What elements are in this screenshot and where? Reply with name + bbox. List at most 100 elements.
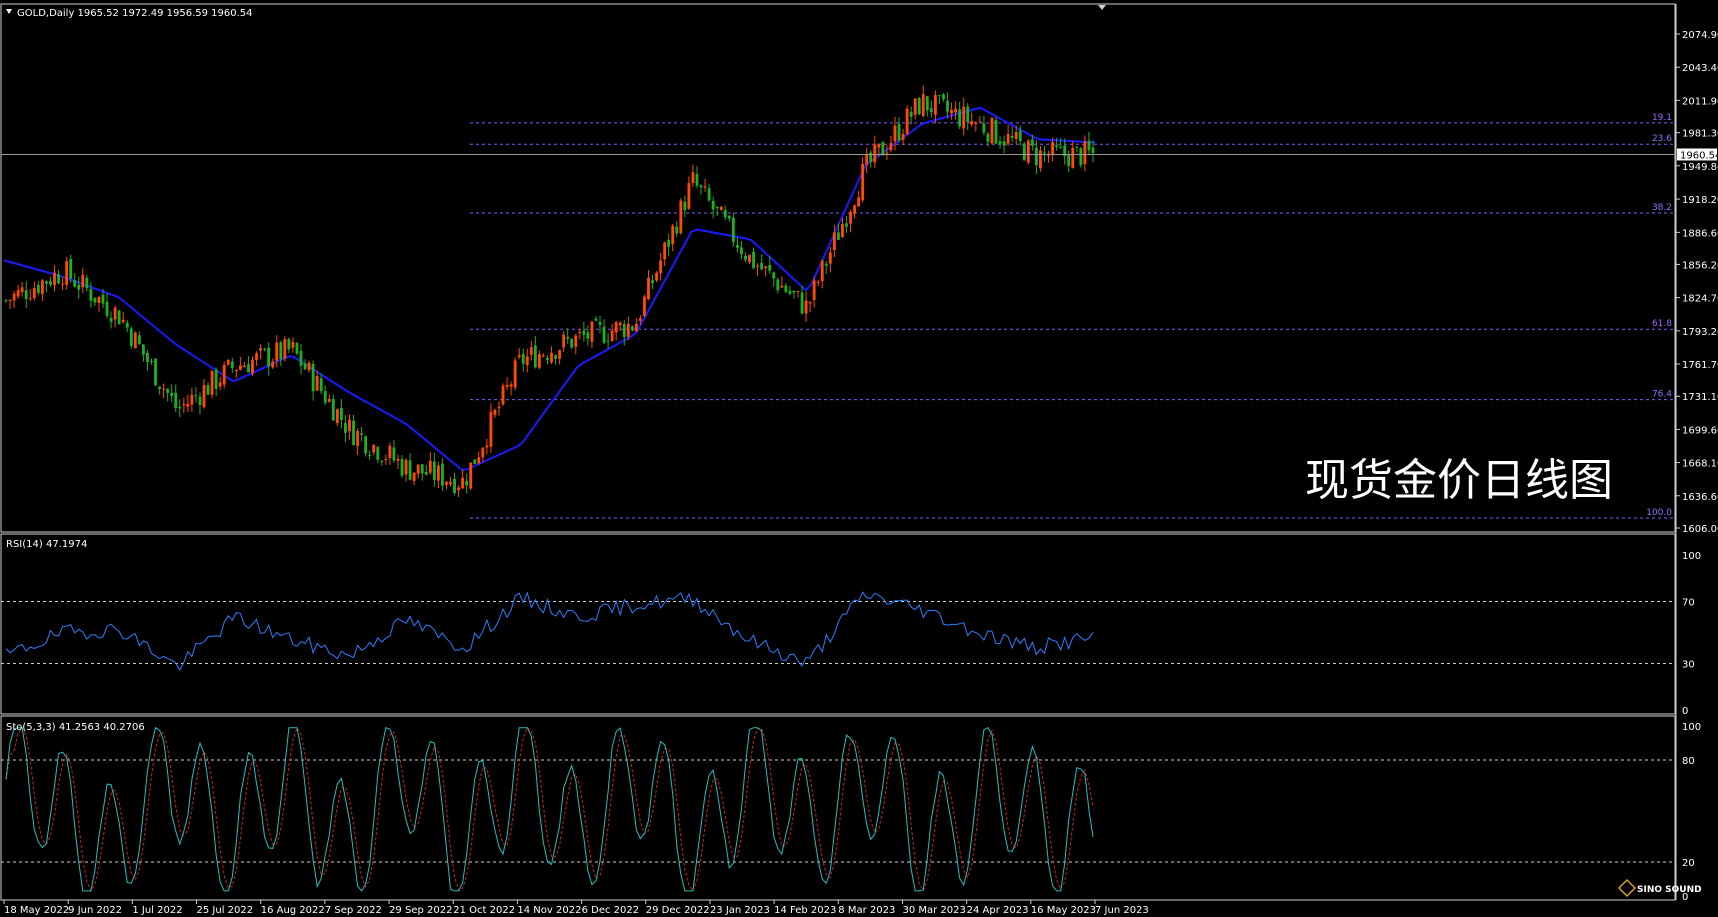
- candle-body: [218, 382, 222, 387]
- candle-body: [1002, 141, 1006, 146]
- candle-body: [764, 266, 768, 269]
- candle-body: [667, 239, 671, 247]
- candle-body: [344, 423, 347, 433]
- candle-body: [299, 351, 303, 366]
- candle-body: [247, 364, 250, 373]
- candle-body: [606, 340, 610, 342]
- candle-body: [1059, 146, 1063, 148]
- candle-body: [578, 332, 582, 334]
- candle-body: [141, 344, 145, 355]
- candle-body: [1030, 139, 1034, 146]
- rsi-levels: [1, 601, 1676, 664]
- candle-body: [259, 348, 263, 351]
- candle-body: [925, 96, 929, 111]
- candle-body: [529, 347, 533, 355]
- candle-body: [626, 323, 630, 337]
- candle-body: [368, 454, 372, 456]
- candle-body: [243, 365, 246, 368]
- candle-body: [954, 108, 958, 113]
- candle-body: [457, 487, 460, 491]
- candle-body: [1067, 154, 1071, 167]
- candle-body: [53, 272, 56, 286]
- candle-body: [339, 408, 343, 420]
- candle-body: [364, 436, 368, 454]
- candle-body: [170, 392, 174, 396]
- candle-body: [748, 254, 751, 263]
- candle-body: [537, 354, 541, 368]
- trading-chart[interactable]: 19.1 23.6 38.2 61.8 76.4 100.0 2074.90 2043.40…: [0, 0, 1718, 917]
- time-tick-label: 29 Dec 2022: [646, 905, 710, 916]
- candle-body: [513, 360, 517, 388]
- candle-body: [719, 206, 723, 211]
- candle-body: [703, 186, 707, 188]
- candle-body: [663, 242, 667, 260]
- sto-panel: [0, 715, 1676, 901]
- candle-body: [65, 261, 69, 285]
- candle-body: [675, 226, 679, 234]
- candle-body: [570, 338, 574, 348]
- candle-body: [109, 318, 113, 322]
- candle-body: [1014, 131, 1018, 139]
- candle-body: [994, 119, 998, 144]
- price-tick-label: 1981.30: [1682, 129, 1718, 140]
- candle-body: [174, 392, 178, 409]
- candle-body: [1087, 140, 1091, 151]
- brand-logo: SINO SOUND: [1617, 878, 1702, 898]
- candle-body: [723, 209, 727, 218]
- candle-body: [206, 385, 210, 395]
- candle-body: [432, 461, 436, 481]
- candle-body: [1006, 134, 1010, 144]
- candle-body: [986, 133, 990, 142]
- candle-body: [816, 281, 820, 283]
- candle-body: [942, 94, 945, 100]
- time-tick-label: 16 Aug 2022: [261, 905, 325, 916]
- candle-body: [602, 326, 606, 343]
- candle-body: [643, 296, 646, 317]
- candle-body: [796, 291, 800, 293]
- rsi-info: RSI(14) 47.1974: [6, 539, 87, 550]
- candle-body: [881, 142, 885, 156]
- candle-body: [12, 293, 16, 301]
- candle-body: [449, 481, 452, 485]
- candle-body: [388, 445, 392, 458]
- candle-body: [1034, 147, 1038, 166]
- collapse-triangle-icon[interactable]: [6, 9, 12, 14]
- shift-marker-icon[interactable]: [1098, 5, 1106, 10]
- candle-body: [57, 274, 60, 284]
- candle-body: [550, 353, 553, 363]
- time-tick-label: 7 Sep 2022: [325, 905, 382, 916]
- price-tick-label: 1824.70: [1682, 294, 1718, 305]
- candle-body: [849, 211, 852, 224]
- candle-body: [812, 280, 816, 301]
- candle-body: [89, 288, 93, 301]
- candle-body: [917, 98, 921, 115]
- rsi-tick-label: 30: [1682, 660, 1695, 671]
- candle-body: [45, 281, 48, 284]
- candle-body: [990, 117, 994, 144]
- candle-body: [562, 334, 566, 348]
- candle-body: [348, 419, 351, 432]
- candle-body: [546, 357, 549, 360]
- candle-body: [958, 109, 962, 127]
- candle-body: [73, 280, 77, 287]
- candle-body: [121, 319, 125, 323]
- time-tick-label: 1 Jul 2022: [132, 905, 182, 916]
- candle-body: [517, 355, 521, 358]
- candle-body: [998, 141, 1002, 144]
- candle-body: [832, 232, 836, 250]
- logo-text: SINO SOUND: [1637, 885, 1702, 895]
- candle-body: [69, 259, 73, 279]
- candle-body: [905, 108, 909, 135]
- candle-body: [28, 298, 32, 300]
- candle-body: [909, 111, 913, 117]
- candle-body: [331, 399, 335, 421]
- candle-body: [533, 345, 537, 368]
- candle-body: [651, 280, 654, 284]
- candle-body: [784, 285, 788, 292]
- candle-body: [1022, 143, 1026, 161]
- candle-body: [683, 201, 687, 211]
- time-tick-label: 29 Sep 2022: [389, 905, 452, 916]
- candle-body: [162, 388, 166, 390]
- candle-body: [873, 144, 877, 163]
- candle-body: [408, 460, 412, 480]
